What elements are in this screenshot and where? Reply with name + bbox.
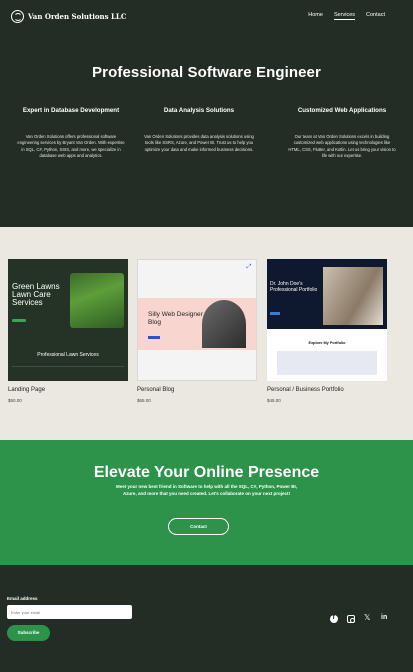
laptop-image	[202, 300, 246, 348]
feature-heading: Expert in Database Development	[22, 107, 120, 114]
thumb-button	[148, 336, 160, 339]
expand-icon[interactable]: ⤢	[245, 263, 253, 271]
card-title[interactable]: Personal Blog	[137, 387, 257, 393]
facebook-icon[interactable]	[330, 614, 338, 623]
portrait-image	[323, 267, 383, 325]
portfolio-section: Green Lawns Lawn Care Services Professio…	[0, 227, 413, 440]
social-links	[330, 613, 389, 623]
feature-heading: Data Analysis Solutions	[163, 107, 235, 114]
thumb-gallery-row	[277, 351, 377, 375]
subscribe-button[interactable]: Subscribe	[7, 625, 50, 641]
feature-column-database: Expert in Database Development Van Orden…	[16, 106, 126, 160]
feature-text: Van Orden Solutions offers professional …	[17, 134, 125, 159]
card-price: $65.00	[137, 398, 151, 403]
cta-text: Meet your new best friend in Software to…	[115, 484, 298, 496]
portfolio-card-portfolio[interactable]: Dr. John Doe's Professional Portfolio Ex…	[267, 259, 387, 403]
feature-text: Our team at Van Orden Solutions excels i…	[288, 134, 396, 159]
feature-heading: Customized Web Applications	[297, 107, 387, 114]
portfolio-card-landing[interactable]: Green Lawns Lawn Care Services Professio…	[8, 259, 128, 403]
logo-icon	[11, 10, 24, 23]
thumb-button	[12, 319, 26, 322]
feature-text: Van Orden Solutions provides data analys…	[144, 134, 254, 152]
email-label: Email address	[7, 596, 38, 601]
contact-button[interactable]: Contact	[168, 518, 229, 535]
card-title[interactable]: Landing Page	[8, 387, 128, 393]
brand-name: Van Orden Solutions LLC	[28, 12, 127, 21]
nav-contact[interactable]: Contact	[366, 12, 385, 20]
feature-column-analysis: Data Analysis Solutions Van Orden Soluti…	[144, 106, 254, 153]
thumb-footer	[12, 366, 124, 376]
thumb-caption: Explore My Portfolio	[308, 341, 346, 345]
thumb-button	[270, 312, 280, 315]
nav-home[interactable]: Home	[308, 12, 323, 20]
cta-title: Elevate Your Online Presence	[93, 464, 320, 481]
hero-title: Professional Software Engineer	[92, 64, 321, 81]
nav-services[interactable]: Services	[333, 12, 356, 20]
card-price: $50.00	[8, 398, 22, 403]
thumb-title: Green Lawns Lawn Care Services	[12, 282, 60, 307]
portfolio-thumbnail[interactable]: Dr. John Doe's Professional Portfolio Ex…	[267, 259, 387, 381]
linkedin-icon[interactable]	[381, 614, 389, 623]
main-nav: Home Services Contact	[308, 12, 385, 20]
portfolio-thumbnail[interactable]: ⤢ Silly Web Designer Blog	[137, 259, 257, 381]
x-icon[interactable]	[364, 613, 372, 623]
card-title[interactable]: Personal / Business Portfolio	[267, 387, 387, 393]
card-price: $45.00	[267, 398, 281, 403]
email-field[interactable]	[7, 605, 132, 619]
portfolio-thumbnail[interactable]: Green Lawns Lawn Care Services Professio…	[8, 259, 128, 381]
thumb-title: Dr. John Doe's Professional Portfolio	[270, 281, 318, 293]
instagram-icon[interactable]	[347, 615, 355, 623]
brand[interactable]: Van Orden Solutions LLC	[11, 10, 126, 23]
lawn-image	[70, 273, 124, 328]
thumb-title: Silly Web Designer Blog	[148, 311, 203, 326]
footer: Email address Subscribe	[0, 565, 413, 672]
feature-column-webapps: Customized Web Applications Our team at …	[287, 106, 397, 160]
thumb-caption: Professional Lawn Services	[37, 352, 99, 358]
portfolio-card-blog[interactable]: ⤢ Silly Web Designer Blog Personal Blog …	[137, 259, 257, 403]
cta-section: Elevate Your Online Presence Meet your n…	[0, 440, 413, 565]
hero-section: Van Orden Solutions LLC Home Services Co…	[0, 0, 413, 227]
